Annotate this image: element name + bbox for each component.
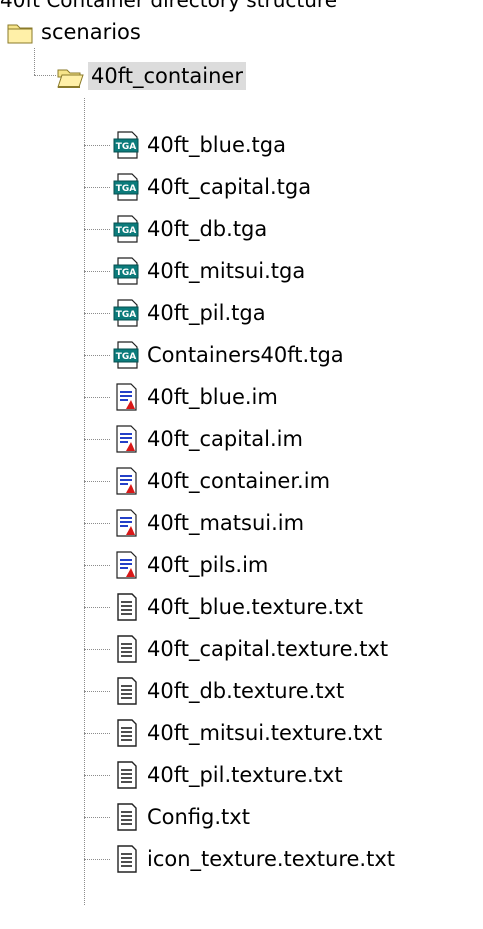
svg-text:TGA: TGA <box>116 352 137 362</box>
tree-connector <box>84 271 110 272</box>
tree-item-label: 40ft_blue.tga <box>147 133 286 157</box>
tree-item-label: 40ft_capital.texture.txt <box>147 637 389 661</box>
tree-connector <box>84 859 110 860</box>
tree-connector <box>84 187 110 188</box>
tga-file-icon: TGA <box>112 298 140 328</box>
tree-item-label: 40ft_pils.im <box>147 553 269 577</box>
tree-item-file[interactable]: icon_texture.texture.txt <box>112 839 398 879</box>
tree-connector <box>84 565 110 566</box>
tree-item-label: 40ft_blue.im <box>147 385 278 409</box>
im-file-icon <box>112 508 140 538</box>
tga-file-icon: TGA <box>112 256 140 286</box>
tree-item-file[interactable]: 40ft_db.texture.txt <box>112 671 347 711</box>
tree-connector <box>34 48 35 75</box>
tree-item-label: 40ft_mitsui.texture.txt <box>147 721 383 745</box>
tree-connector <box>34 75 56 76</box>
text-file-icon <box>112 718 140 748</box>
im-file-icon <box>112 382 140 412</box>
tree-connector <box>84 439 110 440</box>
tree-connector <box>84 817 110 818</box>
tga-file-icon: TGA <box>112 172 140 202</box>
tree-item-file[interactable]: Config.txt <box>112 797 253 837</box>
tree-connector <box>84 481 110 482</box>
tree-item-label: Config.txt <box>147 805 250 829</box>
svg-text:TGA: TGA <box>116 310 137 320</box>
svg-text:TGA: TGA <box>116 268 137 278</box>
tree-item-file[interactable]: TGA 40ft_mitsui.tga <box>112 251 308 291</box>
text-file-icon <box>112 634 140 664</box>
im-file-icon <box>112 550 140 580</box>
tree-item-file[interactable]: 40ft_capital.im <box>112 419 306 459</box>
tree-connector <box>84 313 110 314</box>
tree-item-file[interactable]: TGA 40ft_pil.tga <box>112 293 269 333</box>
tree-item-file[interactable]: TGA 40ft_blue.tga <box>112 125 289 165</box>
folder-open-icon <box>56 61 84 91</box>
tree-connector <box>84 229 110 230</box>
tree-item-file[interactable]: 40ft_pils.im <box>112 545 271 585</box>
tree-item-label: 40ft_container <box>88 62 246 90</box>
tree-connector <box>84 397 110 398</box>
tree-connector <box>84 691 110 692</box>
tga-file-icon: TGA <box>112 130 140 160</box>
tree-item-file[interactable]: 40ft_mitsui.texture.txt <box>112 713 385 753</box>
text-file-icon <box>112 592 140 622</box>
tree-item-scenarios[interactable]: scenarios <box>6 12 144 52</box>
tree-item-label: 40ft_matsui.im <box>147 511 305 535</box>
tree-item-file[interactable]: TGA Containers40ft.tga <box>112 335 347 375</box>
tree-connector <box>84 523 110 524</box>
tga-file-icon: TGA <box>112 214 140 244</box>
tree-item-label: scenarios <box>41 20 141 44</box>
tree-connector <box>84 145 110 146</box>
tree-item-label: 40ft_mitsui.tga <box>147 259 306 283</box>
tree-item-file[interactable]: 40ft_capital.texture.txt <box>112 629 391 669</box>
tree-connector <box>84 607 110 608</box>
tree-item-label: 40ft_blue.texture.txt <box>147 595 363 619</box>
tree-connector <box>84 775 110 776</box>
tree-connector <box>84 649 110 650</box>
tree-item-label: 40ft_db.tga <box>147 217 268 241</box>
text-file-icon <box>112 844 140 874</box>
tree-item-40ft-container[interactable]: 40ft_container <box>56 56 246 96</box>
tree-connector <box>84 355 110 356</box>
svg-text:TGA: TGA <box>116 226 137 236</box>
tree-item-label: 40ft_pil.texture.txt <box>147 763 343 787</box>
text-file-icon <box>112 802 140 832</box>
tree-item-label: 40ft_capital.tga <box>147 175 312 199</box>
tree-item-file[interactable]: TGA 40ft_capital.tga <box>112 167 314 207</box>
tree-item-file[interactable]: 40ft_container.im <box>112 461 333 501</box>
tree-item-file[interactable]: TGA 40ft_db.tga <box>112 209 270 249</box>
im-file-icon <box>112 424 140 454</box>
tree-item-label: 40ft_container.im <box>147 469 331 493</box>
tree-item-label: 40ft_capital.im <box>147 427 303 451</box>
tree-item-file[interactable]: 40ft_blue.im <box>112 377 281 417</box>
tree-item-file[interactable]: 40ft_matsui.im <box>112 503 307 543</box>
tree-connector <box>84 98 85 905</box>
text-file-icon <box>112 760 140 790</box>
page-caption: 40ft Container directory structure <box>0 0 338 12</box>
tree-item-label: 40ft_pil.tga <box>147 301 266 325</box>
tree-item-file[interactable]: 40ft_pil.texture.txt <box>112 755 346 795</box>
svg-text:TGA: TGA <box>116 184 137 194</box>
text-file-icon <box>112 676 140 706</box>
tree-item-label: Containers40ft.tga <box>147 343 344 367</box>
tree-item-label: 40ft_db.texture.txt <box>147 679 345 703</box>
tga-file-icon: TGA <box>112 340 140 370</box>
im-file-icon <box>112 466 140 496</box>
tree-connector <box>84 733 110 734</box>
svg-text:TGA: TGA <box>116 142 137 152</box>
tree-item-label: icon_texture.texture.txt <box>147 847 395 871</box>
folder-closed-icon <box>6 17 34 47</box>
tree-item-file[interactable]: 40ft_blue.texture.txt <box>112 587 366 627</box>
